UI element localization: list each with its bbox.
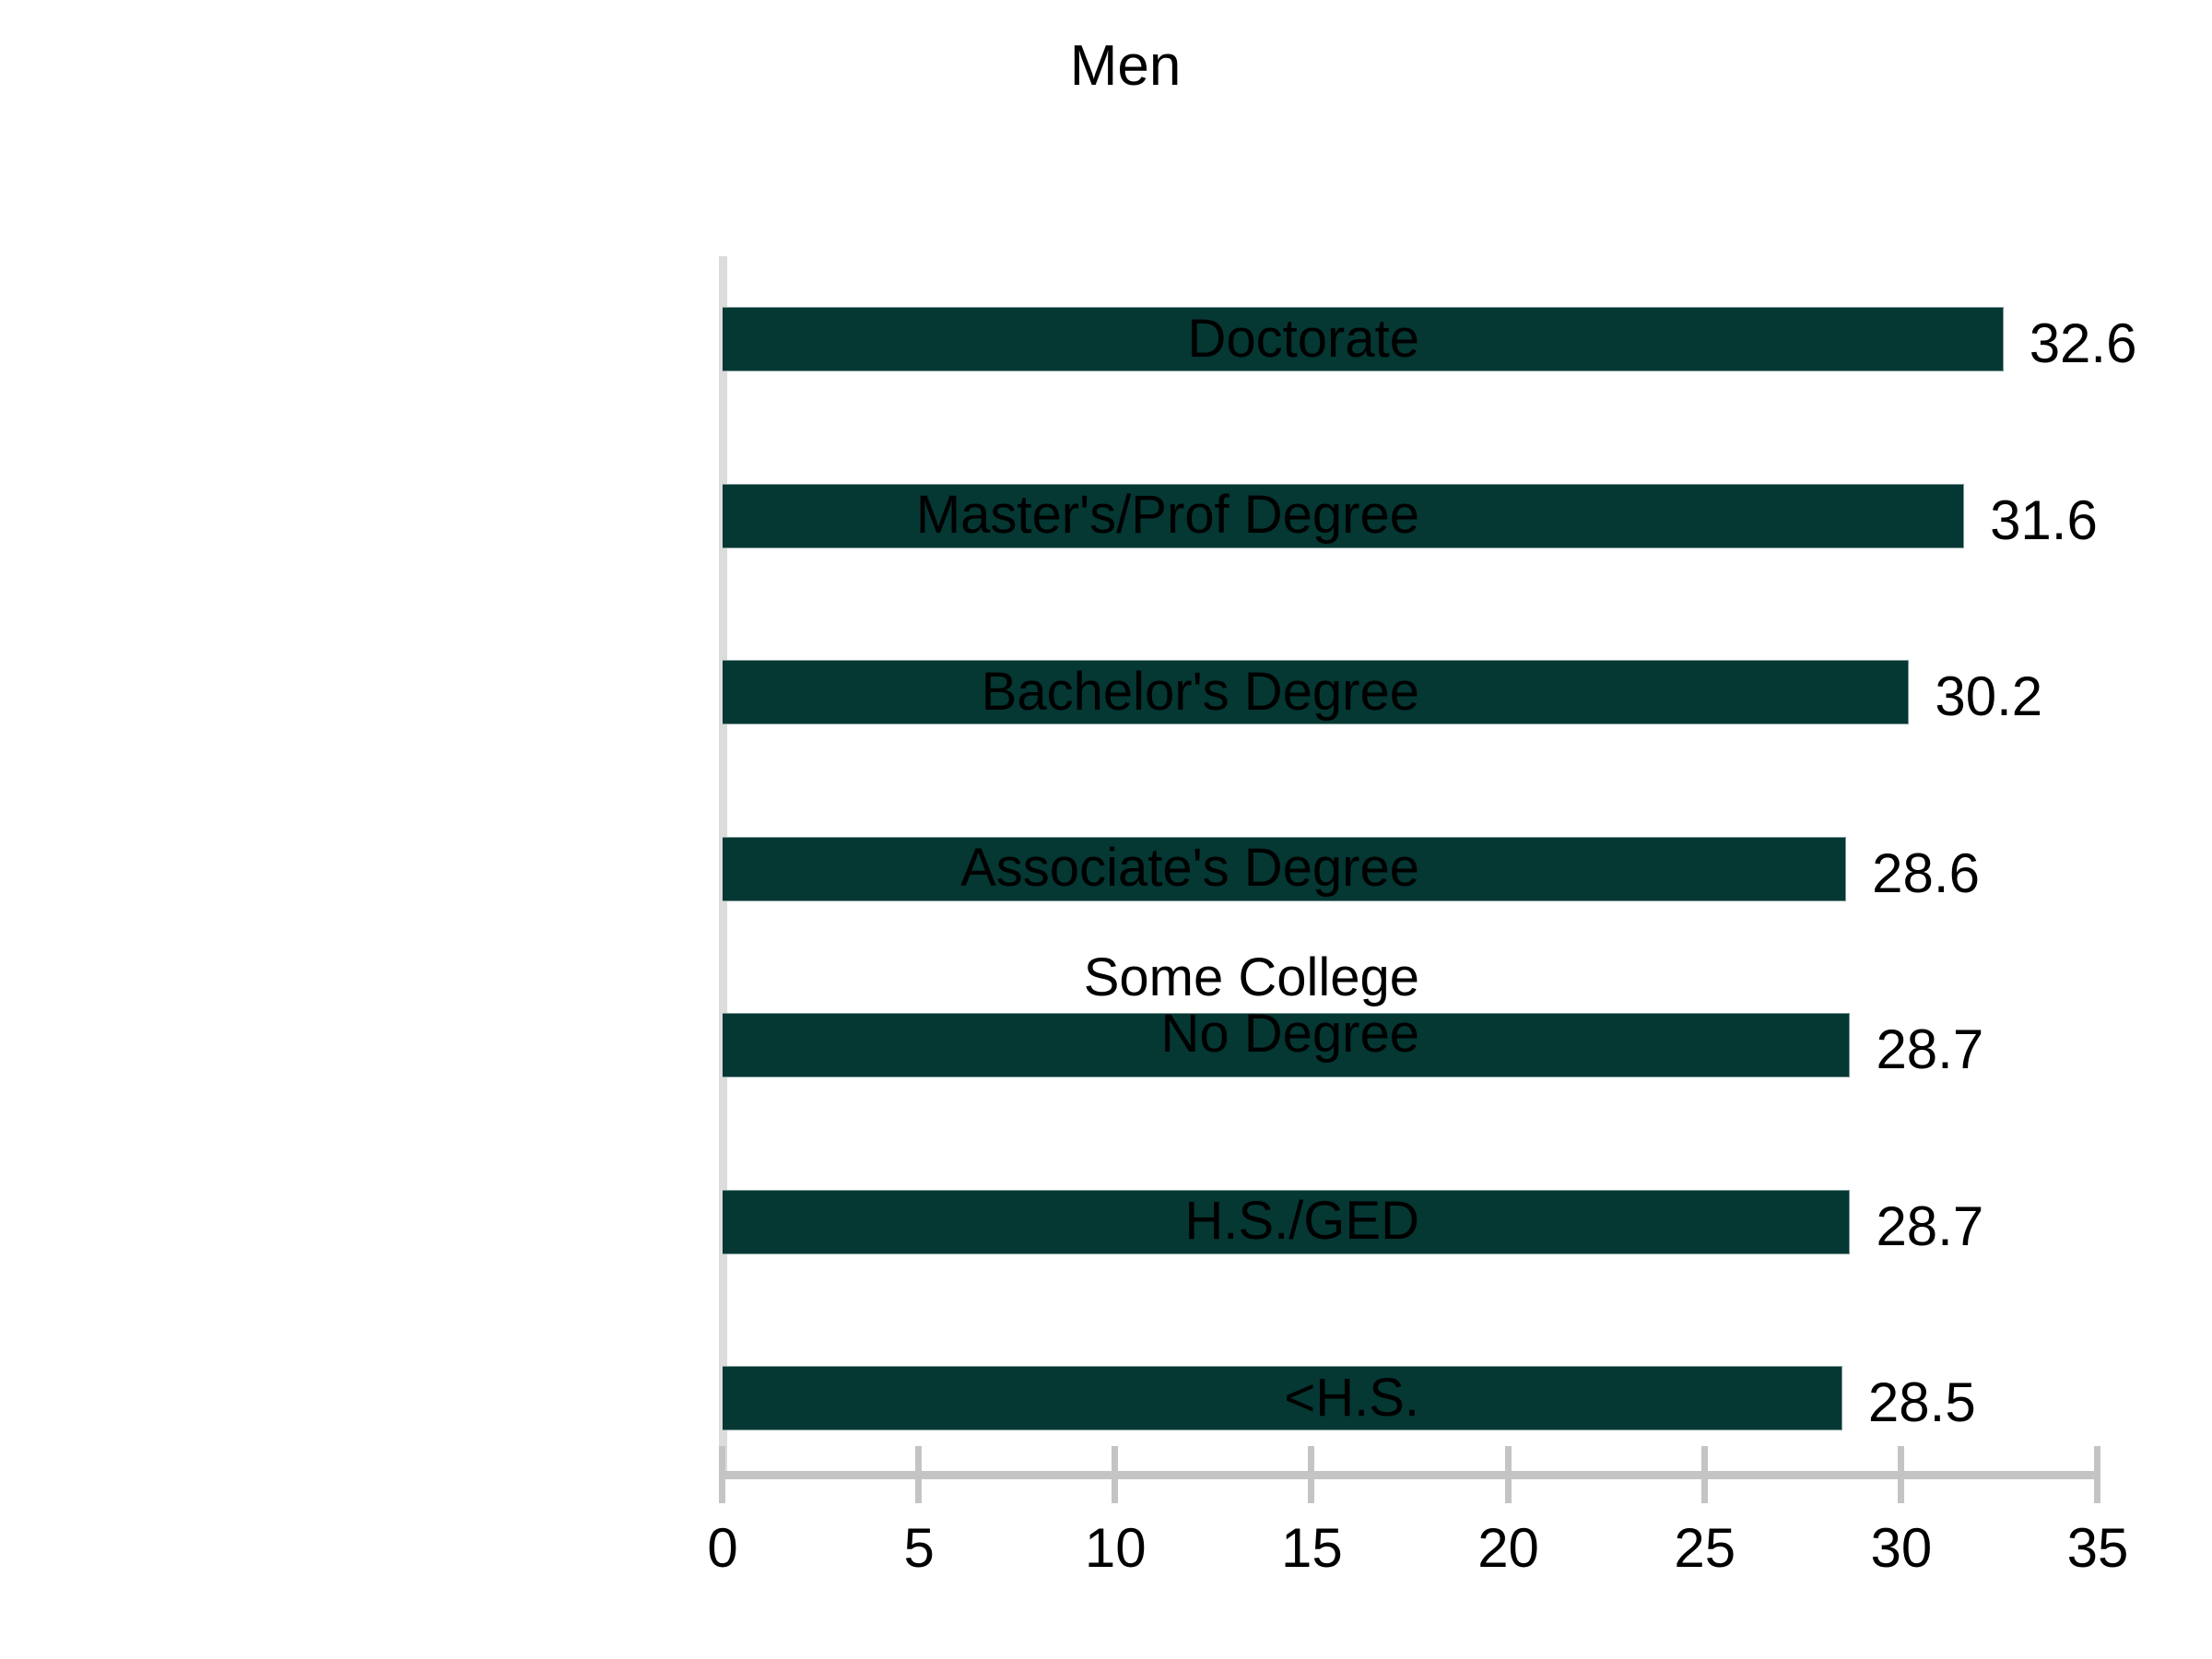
x-axis-tick-label: 25: [1674, 1517, 1736, 1579]
category-label: Associate's Degree: [960, 838, 1419, 898]
x-axis-tick: [1112, 1446, 1119, 1503]
x-axis-tick-label: 15: [1281, 1517, 1343, 1579]
category-label: H.S./GED: [1184, 1191, 1419, 1251]
bar-value-label: 28.7: [1876, 1194, 1984, 1257]
x-axis-tick: [1308, 1446, 1315, 1503]
chart-title: Men: [1069, 34, 1182, 98]
category-label: <H.S.: [1284, 1367, 1419, 1428]
category-label: Doctorate: [1187, 308, 1419, 369]
category-label: Bachelor's Degree: [981, 661, 1419, 722]
x-axis-tick-label: 20: [1477, 1517, 1539, 1579]
bar-value-label: 31.6: [1990, 488, 2098, 551]
x-axis-tick: [915, 1446, 923, 1503]
x-axis-tick-label: 0: [707, 1517, 738, 1579]
category-label: Some College No Degree: [1083, 947, 1419, 1064]
x-axis-tick: [719, 1446, 725, 1503]
bar-value-label: 28.7: [1876, 1018, 1984, 1080]
chart-page: Men 0 5 10 15 20 25 30 35 32.6 31.6 30.2 28.6 28.7 2…: [0, 0, 2212, 1659]
x-axis-tick-label: 10: [1084, 1517, 1147, 1579]
bar-value-label: 30.2: [1935, 665, 2043, 727]
x-axis-tick-label: 5: [903, 1517, 935, 1579]
x-axis-tick: [1897, 1446, 1904, 1503]
x-axis-line: [719, 1471, 2098, 1479]
x-axis-tick: [1504, 1446, 1512, 1503]
bar-value-label: 32.6: [2029, 312, 2137, 374]
x-axis-tick: [2094, 1446, 2100, 1503]
x-axis-tick-label: 35: [2066, 1517, 2129, 1579]
x-axis-tick-label: 30: [1870, 1517, 1933, 1579]
bar-value-label: 28.6: [1872, 841, 1980, 904]
plot-area: 0 5 10 15 20 25 30 35 32.6 31.6 30.2 28.6 28.7 28.7 2…: [707, 256, 2136, 1576]
category-label: Master's/Prof Degree: [915, 485, 1419, 545]
x-axis-tick: [1700, 1446, 1708, 1503]
bar-value-label: 28.5: [1867, 1371, 1976, 1433]
